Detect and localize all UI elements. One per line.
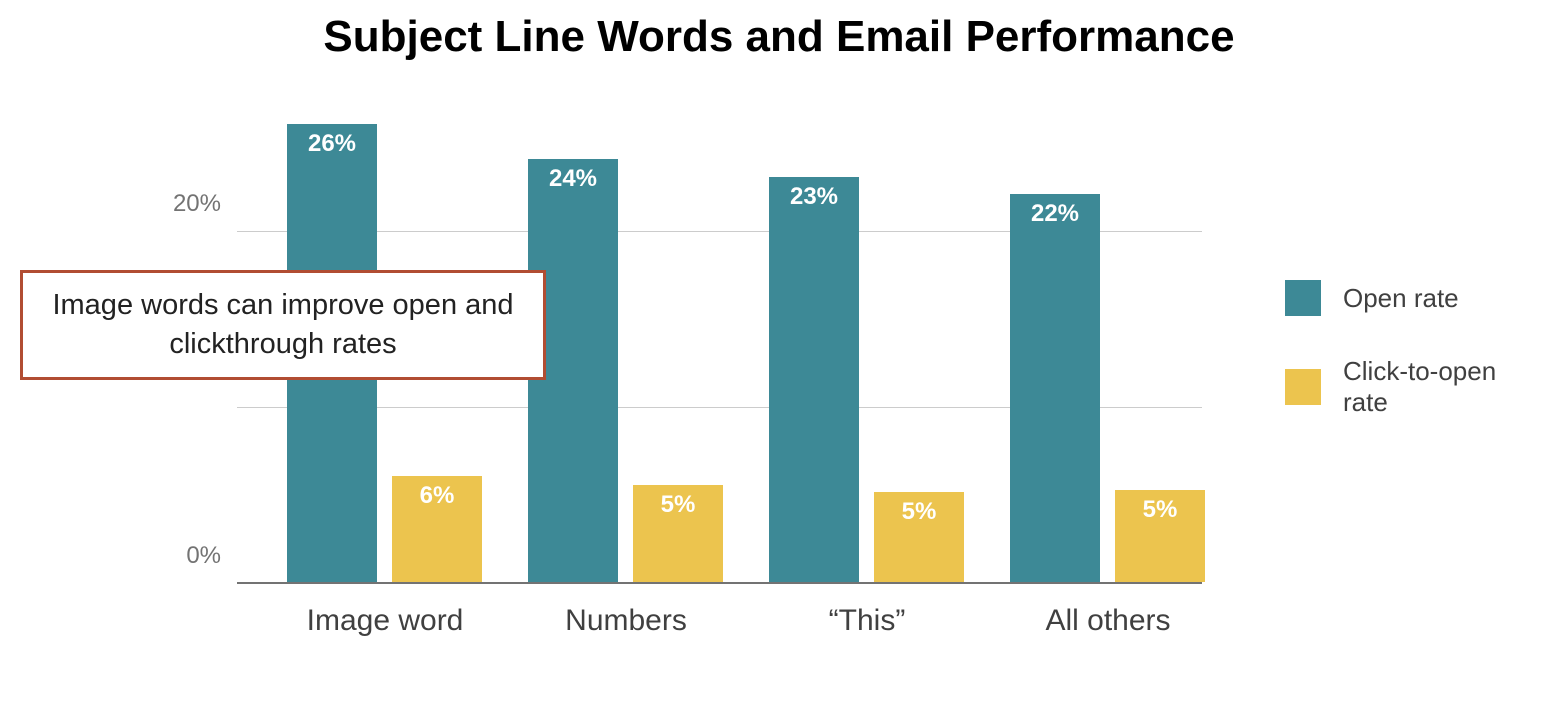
category-label: “This” (829, 584, 906, 638)
category-label: Image word (307, 584, 464, 638)
category-label: Numbers (565, 584, 687, 638)
legend-swatch-click (1285, 369, 1321, 405)
bar-label: 26% (287, 130, 377, 158)
category-label: All others (1045, 584, 1170, 638)
bar-open-all-others: 22% (1010, 194, 1100, 582)
legend-item-click-to-open-rate: Click-to-open rate (1285, 356, 1545, 418)
x-axis (237, 582, 1202, 584)
chart-title: Subject Line Words and Email Performance (0, 12, 1558, 62)
bar-click-all-others: 5% (1115, 490, 1205, 582)
bar-label: 6% (392, 482, 482, 510)
y-tick-20: 20% (173, 190, 237, 218)
bar-label: 5% (633, 491, 723, 519)
bar-label: 24% (528, 165, 618, 193)
bar-label: 22% (1010, 200, 1100, 228)
legend-label: Click-to-open rate (1343, 356, 1545, 418)
bar-label: 23% (769, 183, 859, 211)
bar-label: 5% (874, 498, 964, 526)
legend-label: Open rate (1343, 283, 1459, 314)
bar-click-image-word: 6% (392, 476, 482, 582)
bar-label: 5% (1115, 496, 1205, 524)
legend: Open rate Click-to-open rate (1285, 280, 1545, 458)
bar-open-this: 23% (769, 177, 859, 582)
bar-click-numbers: 5% (633, 485, 723, 582)
legend-item-open-rate: Open rate (1285, 280, 1545, 316)
annotation-callout: Image words can improve open and clickth… (20, 270, 546, 380)
y-tick-0: 0% (186, 542, 237, 570)
bar-click-this: 5% (874, 492, 964, 582)
legend-swatch-open (1285, 280, 1321, 316)
